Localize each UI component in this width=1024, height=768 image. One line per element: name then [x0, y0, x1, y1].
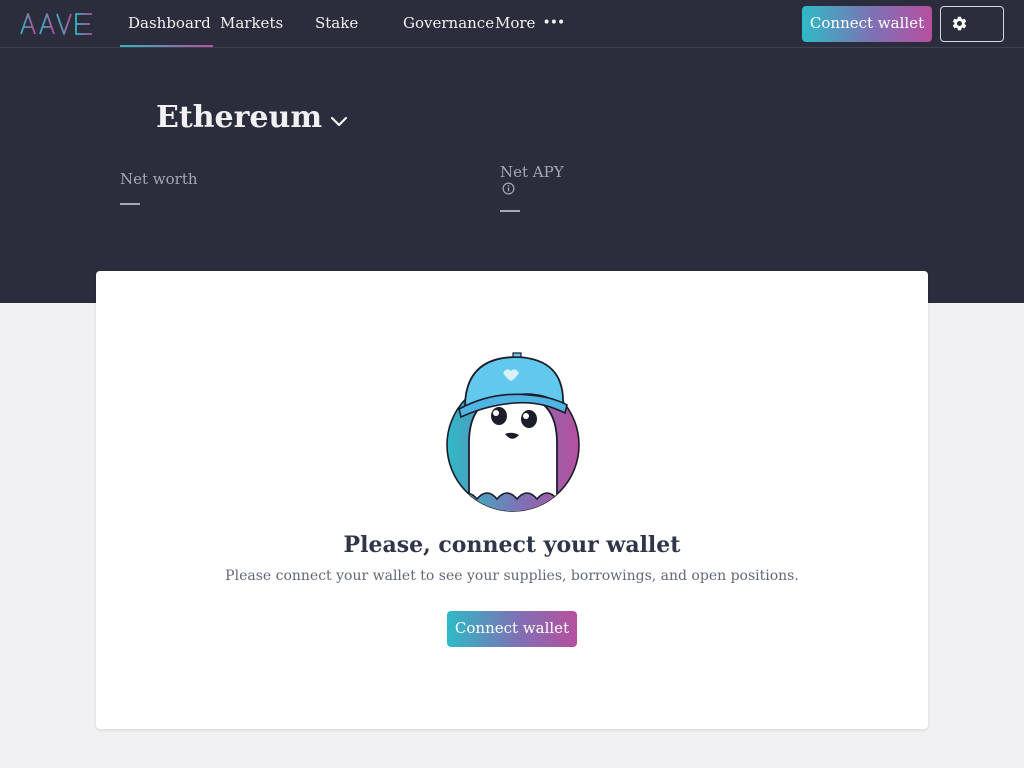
nav-more-label: More [495, 14, 536, 32]
connect-wallet-button[interactable]: Connect wallet [802, 6, 932, 42]
nav-more[interactable]: More ••• [495, 14, 565, 33]
card-subtitle: Please connect your wallet to see your s… [225, 568, 799, 584]
chevron-down-icon [330, 116, 348, 127]
gear-icon [952, 16, 967, 31]
top-navigation: Dashboard Markets Stake Governance More •… [0, 0, 1024, 48]
more-dots-icon: ••• [542, 15, 565, 31]
net-apy-value [500, 210, 520, 212]
card-connect-wallet-button[interactable]: Connect wallet [447, 611, 577, 647]
market-name: Ethereum [156, 100, 323, 135]
net-apy-label: Net APY [500, 163, 564, 181]
card-title: Please, connect your wallet [343, 532, 681, 558]
nav-dashboard[interactable]: Dashboard [120, 14, 213, 47]
net-worth-value [120, 203, 140, 205]
nav-stake[interactable]: Stake [315, 14, 358, 32]
market-selector[interactable]: Ethereum [156, 100, 348, 136]
info-icon[interactable] [502, 182, 515, 195]
nav-markets[interactable]: Markets [220, 14, 283, 32]
ghost-illustration [446, 352, 580, 512]
settings-button[interactable] [940, 6, 1004, 42]
nav-governance[interactable]: Governance [403, 14, 494, 32]
aave-logo[interactable] [20, 12, 94, 36]
dashboard-header: Ethereum Net worth Net APY [0, 48, 1024, 303]
net-worth-label: Net worth [120, 170, 198, 188]
connect-wallet-card: Please, connect your wallet Please conne… [96, 271, 928, 729]
